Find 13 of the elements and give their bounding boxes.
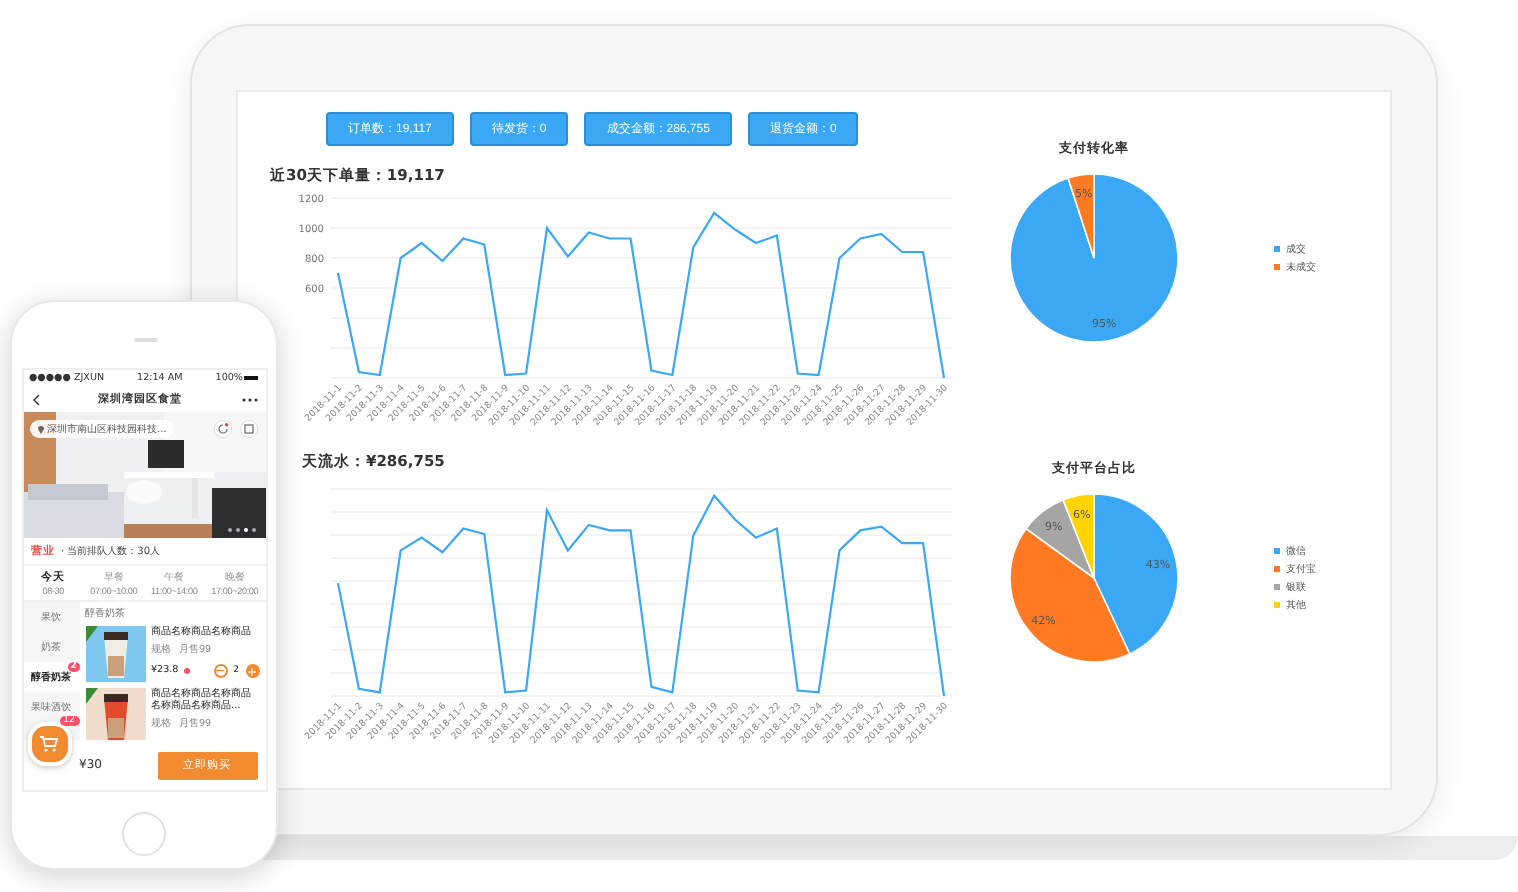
frame-icon[interactable] <box>239 420 257 438</box>
dot-icon <box>184 668 191 674</box>
plus-icon <box>248 667 256 675</box>
cart-button[interactable] <box>27 722 71 766</box>
battery-icon <box>244 375 259 381</box>
refresh-icon[interactable] <box>213 420 231 438</box>
pin-icon <box>37 425 43 433</box>
back-icon[interactable] <box>31 393 39 405</box>
plus-button[interactable] <box>245 664 259 678</box>
home-button[interactable] <box>122 812 166 856</box>
cart-icon <box>40 736 58 752</box>
minus-button[interactable] <box>213 664 228 678</box>
minus-icon <box>216 670 225 672</box>
